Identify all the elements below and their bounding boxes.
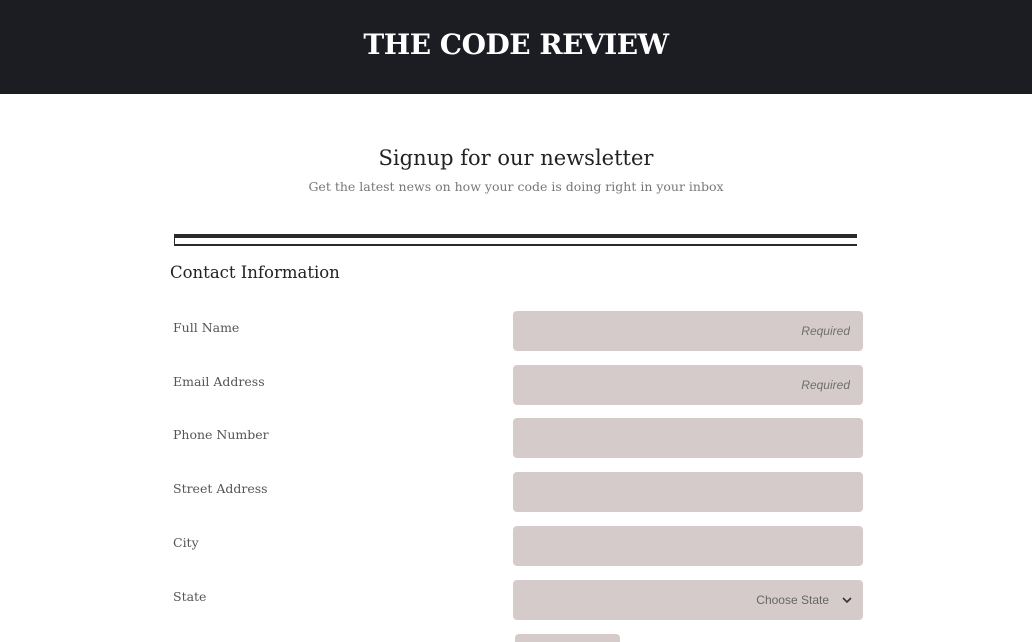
city-input[interactable] — [513, 526, 863, 566]
next-field-partial[interactable] — [515, 634, 620, 642]
city-label: City — [173, 535, 199, 550]
divider — [174, 234, 857, 246]
state-label: State — [173, 589, 207, 604]
phone-input[interactable] — [513, 418, 863, 458]
page-subheading: Get the latest news on how your code is … — [308, 179, 724, 194]
full-name-input[interactable] — [513, 311, 863, 351]
site-header: THE CODE REVIEW — [0, 0, 1032, 94]
state-select-value: Choose State — [756, 593, 829, 607]
street-row: Street Address — [173, 472, 863, 512]
email-input[interactable] — [513, 365, 863, 405]
street-input[interactable] — [513, 472, 863, 512]
state-row: State Choose State — [173, 580, 863, 620]
section-title: Contact Information — [170, 263, 340, 282]
email-label: Email Address — [173, 374, 265, 389]
phone-label: Phone Number — [173, 427, 269, 442]
chevron-down-icon — [841, 594, 853, 606]
street-label: Street Address — [173, 481, 268, 496]
state-select[interactable]: Choose State — [513, 580, 863, 620]
site-title: THE CODE REVIEW — [363, 27, 669, 61]
full-name-row: Full Name — [173, 311, 863, 351]
full-name-label: Full Name — [173, 320, 240, 335]
email-row: Email Address — [173, 365, 863, 405]
city-row: City — [173, 526, 863, 566]
phone-row: Phone Number — [173, 418, 863, 458]
page-heading: Signup for our newsletter — [378, 146, 654, 170]
